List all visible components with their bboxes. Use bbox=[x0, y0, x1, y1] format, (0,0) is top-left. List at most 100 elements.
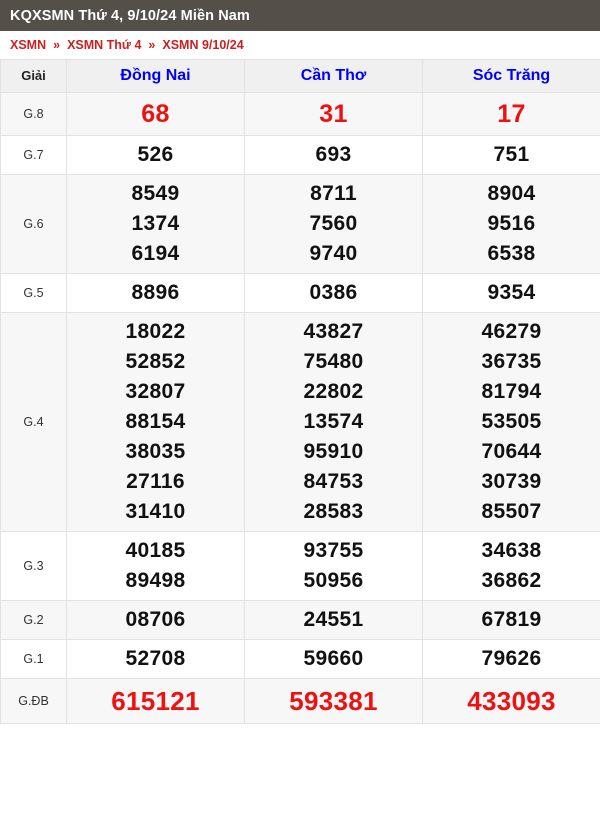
lottery-number: 70644 bbox=[481, 440, 542, 463]
page-title: KQXSMN Thứ 4, 9/10/24 Miền Nam bbox=[10, 7, 250, 24]
result-cell-can-tho: 31 bbox=[244, 92, 423, 136]
lottery-number: 84753 bbox=[303, 470, 364, 493]
lottery-number: 43827 bbox=[303, 320, 364, 343]
column-header-can-tho-label: Cần Thơ bbox=[300, 67, 367, 84]
breadcrumb-item-weekday[interactable]: XSMN Thứ 4 bbox=[67, 38, 141, 52]
lottery-number: 31410 bbox=[125, 500, 186, 523]
breadcrumb: XSMN » XSMN Thứ 4 » XSMN 9/10/24 bbox=[0, 31, 600, 59]
prize-label-cell: G.ĐB bbox=[0, 678, 67, 724]
column-header-can-tho[interactable]: Cần Thơ bbox=[244, 59, 423, 93]
lottery-number: 30739 bbox=[481, 470, 542, 493]
breadcrumb-item-date[interactable]: XSMN 9/10/24 bbox=[162, 38, 243, 52]
result-cell-dong-nai: 8896 bbox=[66, 273, 245, 313]
column-header-prize: Giải bbox=[0, 59, 67, 93]
lottery-number: 8549 bbox=[131, 182, 180, 205]
breadcrumb-separator-icon: » bbox=[53, 38, 61, 52]
lottery-number: 615121 bbox=[111, 686, 200, 716]
result-cell-dong-nai: 08706 bbox=[66, 600, 245, 640]
table-row: G.4 18022 52852 32807 88154 38035 27116 31410 43… bbox=[0, 312, 600, 532]
column-header-soc-trang[interactable]: Sóc Trăng bbox=[422, 59, 600, 93]
table-row: G.5 8896 0386 9354 bbox=[0, 273, 600, 313]
lottery-number: 28583 bbox=[303, 500, 364, 523]
lottery-number: 8896 bbox=[131, 281, 180, 304]
result-cell-can-tho: 8711 7560 9740 bbox=[244, 174, 423, 274]
result-cell-can-tho: 43827 75480 22802 13574 95910 84753 28583 bbox=[244, 312, 423, 532]
lottery-number: 32807 bbox=[125, 380, 186, 403]
lottery-results-table: Giải Đồng Nai Cần Thơ Sóc Trăng G.8 68 31 1… bbox=[0, 59, 600, 724]
result-cell-dong-nai: 18022 52852 32807 88154 38035 27116 31410 bbox=[66, 312, 245, 532]
lottery-number: 38035 bbox=[125, 440, 186, 463]
table-row: G.1 52708 59660 79626 bbox=[0, 639, 600, 679]
table-row: G.3 40185 89498 93755 50956 34638 36862 bbox=[0, 531, 600, 601]
lottery-number: 08706 bbox=[125, 608, 186, 631]
lottery-number: 1374 bbox=[131, 212, 180, 235]
lottery-number: 34638 bbox=[481, 539, 542, 562]
lottery-number: 46279 bbox=[481, 320, 542, 343]
result-cell-can-tho: 0386 bbox=[244, 273, 423, 313]
lottery-number: 751 bbox=[493, 143, 530, 166]
prize-label-cell: G.7 bbox=[0, 135, 67, 175]
result-cell-dong-nai: 68 bbox=[66, 92, 245, 136]
lottery-number: 67819 bbox=[481, 608, 542, 631]
result-cell-soc-trang: 751 bbox=[422, 135, 600, 175]
prize-label-cell: G.3 bbox=[0, 531, 67, 601]
result-cell-dong-nai: 52708 bbox=[66, 639, 245, 679]
result-cell-dong-nai: 40185 89498 bbox=[66, 531, 245, 601]
result-cell-soc-trang: 17 bbox=[422, 92, 600, 136]
column-header-soc-trang-label: Sóc Trăng bbox=[472, 67, 551, 84]
lottery-number: 8904 bbox=[487, 182, 536, 205]
lottery-number: 7560 bbox=[309, 212, 358, 235]
lottery-number: 75480 bbox=[303, 350, 364, 373]
lottery-number: 8711 bbox=[310, 182, 357, 205]
table-header-row: Giải Đồng Nai Cần Thơ Sóc Trăng bbox=[0, 59, 600, 93]
table-row: G.6 8549 1374 6194 8711 7560 9740 8904 9516 6538 bbox=[0, 174, 600, 274]
table-row: G.8 68 31 17 bbox=[0, 92, 600, 136]
breadcrumb-item-xsmn[interactable]: XSMN bbox=[10, 38, 46, 52]
table-row: G.7 526 693 751 bbox=[0, 135, 600, 175]
lottery-number: 36735 bbox=[481, 350, 542, 373]
lottery-number: 24551 bbox=[303, 608, 364, 631]
lottery-number: 6194 bbox=[131, 242, 180, 265]
table-row: G.2 08706 24551 67819 bbox=[0, 600, 600, 640]
result-cell-can-tho: 24551 bbox=[244, 600, 423, 640]
lottery-number: 40185 bbox=[125, 539, 186, 562]
lottery-number: 9354 bbox=[487, 281, 536, 304]
lottery-results-page: KQXSMN Thứ 4, 9/10/24 Miền Nam XSMN » XS… bbox=[0, 0, 600, 815]
prize-label-cell: G.5 bbox=[0, 273, 67, 313]
lottery-number: 27116 bbox=[126, 470, 185, 493]
result-cell-dong-nai: 526 bbox=[66, 135, 245, 175]
result-cell-soc-trang: 67819 bbox=[422, 600, 600, 640]
lottery-number: 68 bbox=[141, 100, 170, 128]
lottery-number: 85507 bbox=[481, 500, 542, 523]
result-cell-soc-trang: 46279 36735 81794 53505 70644 30739 85507 bbox=[422, 312, 600, 532]
result-cell-can-tho: 593381 bbox=[244, 678, 423, 724]
result-cell-can-tho: 693 bbox=[244, 135, 423, 175]
lottery-number: 52708 bbox=[125, 647, 186, 670]
result-cell-dong-nai: 8549 1374 6194 bbox=[66, 174, 245, 274]
prize-label-cell: G.6 bbox=[0, 174, 67, 274]
result-cell-soc-trang: 433093 bbox=[422, 678, 600, 724]
lottery-number: 31 bbox=[319, 100, 348, 128]
lottery-number: 693 bbox=[315, 143, 352, 166]
result-cell-soc-trang: 79626 bbox=[422, 639, 600, 679]
column-header-dong-nai-label: Đồng Nai bbox=[120, 67, 191, 84]
result-cell-soc-trang: 34638 36862 bbox=[422, 531, 600, 601]
lottery-number: 89498 bbox=[125, 569, 186, 592]
column-header-dong-nai[interactable]: Đồng Nai bbox=[66, 59, 245, 93]
table-row: G.ĐB 615121 593381 433093 bbox=[0, 678, 600, 724]
lottery-number: 22802 bbox=[303, 380, 364, 403]
lottery-number: 9516 bbox=[487, 212, 536, 235]
result-cell-can-tho: 93755 50956 bbox=[244, 531, 423, 601]
lottery-number: 18022 bbox=[125, 320, 186, 343]
prize-label-cell: G.1 bbox=[0, 639, 67, 679]
prize-label-cell: G.8 bbox=[0, 92, 67, 136]
lottery-number: 52852 bbox=[125, 350, 186, 373]
result-cell-soc-trang: 8904 9516 6538 bbox=[422, 174, 600, 274]
page-title-bar: KQXSMN Thứ 4, 9/10/24 Miền Nam bbox=[0, 0, 600, 31]
lottery-number: 433093 bbox=[467, 686, 556, 716]
result-cell-dong-nai: 615121 bbox=[66, 678, 245, 724]
result-cell-can-tho: 59660 bbox=[244, 639, 423, 679]
table-header: Giải Đồng Nai Cần Thơ Sóc Trăng bbox=[0, 59, 600, 93]
lottery-number: 50956 bbox=[303, 569, 364, 592]
lottery-number: 53505 bbox=[481, 410, 542, 433]
